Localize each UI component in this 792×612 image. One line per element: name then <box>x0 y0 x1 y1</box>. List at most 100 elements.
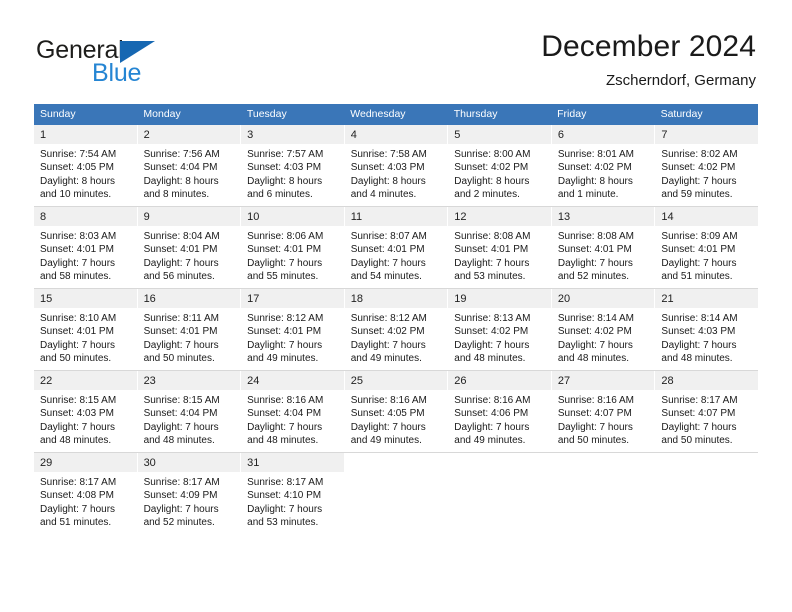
day-number: 18 <box>344 289 448 308</box>
daylight-text-line1: Daylight: 7 hours <box>661 421 737 433</box>
page-subtitle: Zscherndorf, Germany <box>605 72 756 89</box>
day-number: 6 <box>551 125 655 144</box>
calendar-day-cell[interactable]: 20 Sunrise: 8:14 AM Sunset: 4:02 PM Dayligh… <box>551 289 655 368</box>
calendar-day-cell[interactable]: 28 Sunrise: 8:17 AM Sunset: 4:07 PM Dayligh… <box>655 371 758 450</box>
daylight-text-line2: and 53 minutes. <box>247 517 319 529</box>
daylight-text-line2: and 49 minutes. <box>454 435 526 447</box>
page-title: December 2024 <box>541 30 756 63</box>
day-number: 19 <box>448 289 551 308</box>
calendar-day-cell[interactable]: 9 Sunrise: 8:04 AM Sunset: 4:01 PM Daylight… <box>137 207 241 286</box>
calendar-day-cell[interactable]: 1 Sunrise: 7:54 AM Sunset: 4:05 PM Daylight… <box>34 125 137 204</box>
calendar-day-cell[interactable]: 27 Sunrise: 8:16 AM Sunset: 4:07 PM Dayligh… <box>551 371 655 450</box>
calendar-day-cell[interactable]: 4 Sunrise: 7:58 AM Sunset: 4:03 PM Daylight… <box>344 125 448 204</box>
day-number: 13 <box>551 207 655 226</box>
calendar-week-row: 8 Sunrise: 8:03 AM Sunset: 4:01 PM Daylight… <box>34 206 758 286</box>
sunrise-text: Sunrise: 8:17 AM <box>40 477 117 488</box>
calendar-day-cell[interactable]: 16 Sunrise: 8:11 AM Sunset: 4:01 PM Dayligh… <box>137 289 241 368</box>
sunrise-text: Sunrise: 8:13 AM <box>454 313 531 324</box>
weekday-header-saturday: Saturday <box>660 108 703 120</box>
daylight-text-line1: Daylight: 7 hours <box>143 339 219 351</box>
daylight-text-line1: Daylight: 7 hours <box>247 421 323 433</box>
calendar-day-cell[interactable]: 17 Sunrise: 8:12 AM Sunset: 4:01 PM Dayligh… <box>241 289 344 368</box>
day-number <box>655 453 758 472</box>
sunset-text: Sunset: 4:10 PM <box>247 490 322 502</box>
sunrise-text: Sunrise: 7:58 AM <box>350 149 427 160</box>
sunset-text: Sunset: 4:04 PM <box>143 162 218 174</box>
daylight-text-line1: Daylight: 7 hours <box>454 339 530 351</box>
calendar-day-cell[interactable]: 3 Sunrise: 7:57 AM Sunset: 4:03 PM Daylight… <box>241 125 344 204</box>
calendar-day-cell[interactable]: 8 Sunrise: 8:03 AM Sunset: 4:01 PM Daylight… <box>34 207 137 286</box>
weekday-header-tuesday: Tuesday <box>246 108 287 120</box>
daylight-text-line2: and 48 minutes. <box>40 435 112 447</box>
calendar-day-cell[interactable]: 2 Sunrise: 7:56 AM Sunset: 4:04 PM Daylight… <box>137 125 241 204</box>
day-details: Sunrise: 8:16 AM Sunset: 4:06 PM Daylight:… <box>448 390 551 448</box>
sunrise-text: Sunrise: 8:16 AM <box>454 395 531 406</box>
logo-word-blue: Blue <box>92 59 142 87</box>
calendar-day-cell[interactable]: 29 Sunrise: 8:17 AM Sunset: 4:08 PM Dayligh… <box>34 453 137 532</box>
sunset-text: Sunset: 4:01 PM <box>557 244 632 256</box>
daylight-text-line2: and 48 minutes. <box>143 435 215 447</box>
calendar-day-cell[interactable]: 31 Sunrise: 8:17 AM Sunset: 4:10 PM Dayligh… <box>241 453 344 532</box>
day-details: Sunrise: 7:56 AM Sunset: 4:04 PM Daylight:… <box>138 144 241 202</box>
weekday-header-thursday: Thursday <box>453 108 498 120</box>
calendar-day-cell[interactable]: 14 Sunrise: 8:09 AM Sunset: 4:01 PM Dayligh… <box>655 207 758 286</box>
calendar-day-cell[interactable]: 19 Sunrise: 8:13 AM Sunset: 4:02 PM Dayligh… <box>448 289 551 368</box>
daylight-text-line1: Daylight: 7 hours <box>557 339 633 351</box>
daylight-text-line1: Daylight: 8 hours <box>143 175 219 187</box>
daylight-text-line1: Daylight: 7 hours <box>350 339 426 351</box>
daylight-text-line2: and 52 minutes. <box>143 517 215 529</box>
sunset-text: Sunset: 4:02 PM <box>661 162 736 174</box>
day-details: Sunrise: 7:58 AM Sunset: 4:03 PM Daylight:… <box>345 144 448 202</box>
day-details: Sunrise: 8:14 AM Sunset: 4:02 PM Daylight:… <box>552 308 655 366</box>
page-header: General Blue December 2024 Zscherndorf, … <box>0 26 792 100</box>
day-number: 28 <box>655 371 758 390</box>
day-number: 17 <box>241 289 344 308</box>
calendar-day-cell[interactable]: 24 Sunrise: 8:16 AM Sunset: 4:04 PM Dayligh… <box>241 371 344 450</box>
day-number: 3 <box>241 125 344 144</box>
calendar-day-cell[interactable]: 23 Sunrise: 8:15 AM Sunset: 4:04 PM Dayligh… <box>137 371 241 450</box>
calendar-day-cell[interactable]: 13 Sunrise: 8:08 AM Sunset: 4:01 PM Dayligh… <box>551 207 655 286</box>
day-number: 22 <box>34 371 137 390</box>
daylight-text-line1: Daylight: 7 hours <box>661 257 737 269</box>
sunset-text: Sunset: 4:02 PM <box>454 326 529 338</box>
weekday-header-row: Sunday Monday Tuesday Wednesday Thursday Frid… <box>34 104 758 125</box>
calendar-day-cell[interactable]: 5 Sunrise: 8:00 AM Sunset: 4:02 PM Daylight… <box>448 125 551 204</box>
calendar-grid: Sunday Monday Tuesday Wednesday Thursday Frid… <box>34 104 758 532</box>
daylight-text-line1: Daylight: 7 hours <box>247 503 323 515</box>
sunset-text: Sunset: 4:03 PM <box>661 326 736 338</box>
calendar-day-cell[interactable]: 6 Sunrise: 8:01 AM Sunset: 4:02 PM Daylight… <box>551 125 655 204</box>
calendar-day-cell[interactable]: 11 Sunrise: 8:07 AM Sunset: 4:01 PM Dayligh… <box>344 207 448 286</box>
sunrise-text: Sunrise: 8:09 AM <box>661 231 738 242</box>
sunrise-text: Sunrise: 8:10 AM <box>40 313 117 324</box>
calendar-page: General Blue December 2024 Zscherndorf, … <box>0 0 792 612</box>
calendar-day-cell[interactable]: 15 Sunrise: 8:10 AM Sunset: 4:01 PM Dayligh… <box>34 289 137 368</box>
sunset-text: Sunset: 4:02 PM <box>350 326 425 338</box>
sunrise-text: Sunrise: 8:14 AM <box>557 313 634 324</box>
day-details: Sunrise: 7:54 AM Sunset: 4:05 PM Daylight:… <box>34 144 137 202</box>
sunset-text: Sunset: 4:01 PM <box>454 244 529 256</box>
daylight-text-line2: and 50 minutes. <box>661 435 733 447</box>
sunrise-text: Sunrise: 8:16 AM <box>350 395 427 406</box>
calendar-day-cell[interactable]: 10 Sunrise: 8:06 AM Sunset: 4:01 PM Dayligh… <box>241 207 344 286</box>
calendar-day-cell[interactable]: 26 Sunrise: 8:16 AM Sunset: 4:06 PM Dayligh… <box>448 371 551 450</box>
calendar-day-cell-empty <box>344 453 448 532</box>
daylight-text-line2: and 53 minutes. <box>454 271 526 283</box>
calendar-day-cell[interactable]: 18 Sunrise: 8:12 AM Sunset: 4:02 PM Dayligh… <box>344 289 448 368</box>
calendar-week-row: 29 Sunrise: 8:17 AM Sunset: 4:08 PM Dayligh… <box>34 452 758 532</box>
title-block: December 2024 Zscherndorf, Germany <box>541 26 756 92</box>
day-details: Sunrise: 8:03 AM Sunset: 4:01 PM Daylight:… <box>34 226 137 284</box>
calendar-day-cell[interactable]: 22 Sunrise: 8:15 AM Sunset: 4:03 PM Dayligh… <box>34 371 137 450</box>
daylight-text-line1: Daylight: 7 hours <box>40 257 116 269</box>
calendar-day-cell[interactable]: 7 Sunrise: 8:02 AM Sunset: 4:02 PM Daylight… <box>655 125 758 204</box>
daylight-text-line1: Daylight: 7 hours <box>40 421 116 433</box>
calendar-day-cell[interactable]: 21 Sunrise: 8:14 AM Sunset: 4:03 PM Dayligh… <box>655 289 758 368</box>
calendar-day-cell[interactable]: 30 Sunrise: 8:17 AM Sunset: 4:09 PM Dayligh… <box>137 453 241 532</box>
day-details: Sunrise: 8:12 AM Sunset: 4:01 PM Daylight:… <box>241 308 344 366</box>
calendar-day-cell[interactable]: 25 Sunrise: 8:16 AM Sunset: 4:05 PM Dayligh… <box>344 371 448 450</box>
calendar-week-row: 22 Sunrise: 8:15 AM Sunset: 4:03 PM Dayligh… <box>34 370 758 450</box>
day-details: Sunrise: 8:13 AM Sunset: 4:02 PM Daylight:… <box>448 308 551 366</box>
day-details: Sunrise: 8:12 AM Sunset: 4:02 PM Daylight:… <box>345 308 448 366</box>
general-blue-logo[interactable]: General Blue <box>36 36 226 94</box>
calendar-day-cell[interactable]: 12 Sunrise: 8:08 AM Sunset: 4:01 PM Dayligh… <box>448 207 551 286</box>
sunrise-text: Sunrise: 8:16 AM <box>247 395 324 406</box>
